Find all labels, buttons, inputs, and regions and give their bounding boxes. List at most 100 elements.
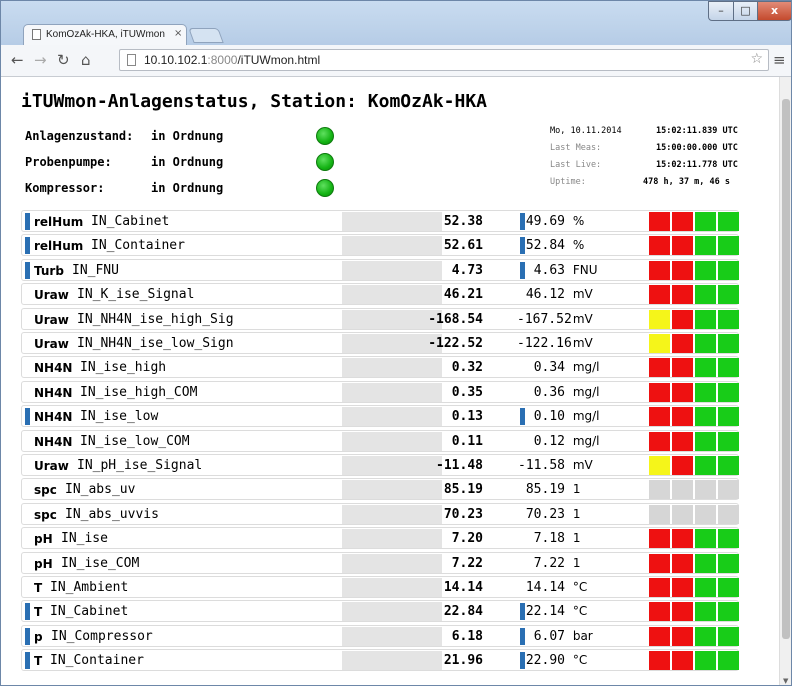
threshold-lamps: [649, 578, 739, 597]
row-live-value: 6.07 bar: [517, 629, 607, 644]
browser-tab[interactable]: KomOzAk-HKA, iTUWmon ×: [23, 24, 187, 45]
new-tab-button[interactable]: [188, 28, 224, 43]
row-channel: IN_Container: [50, 653, 144, 669]
lamp-gray: [649, 480, 670, 500]
close-window-button[interactable]: x: [757, 1, 791, 21]
row-value: 0.11: [451, 433, 483, 449]
star-icon[interactable]: ☆: [750, 51, 763, 67]
lamp-green: [718, 529, 739, 549]
threshold-lamps: [649, 480, 739, 500]
scroll-down-arrow-icon[interactable]: ▼: [783, 677, 788, 685]
row-name: spc: [34, 507, 57, 522]
live-number: 70.23: [525, 506, 565, 522]
page-title: iTUWmon-Anlagenstatus, Station: KomOzAk-…: [21, 91, 487, 112]
row-channel: IN_abs_uv: [65, 482, 136, 498]
scrollbar-thumb[interactable]: [782, 99, 790, 639]
table-row: relHum 52.38 49.69 % IN_Cabinet: [21, 210, 739, 232]
live-unit: mg/l: [572, 384, 600, 399]
row-name: NH4N: [34, 361, 73, 376]
lamp-green: [695, 260, 716, 280]
row-channel: IN_ise_low: [80, 409, 159, 425]
maximize-button[interactable]: □: [733, 1, 758, 21]
row-name: spc: [34, 483, 57, 498]
threshold-lamps: [649, 651, 739, 671]
row-value: 0.35: [451, 384, 483, 400]
table-row: pH 7.22 7.22 1 IN_ise_COM: [21, 551, 739, 574]
lamp-gray: [649, 504, 670, 524]
lamp-green: [695, 334, 716, 353]
row-value: -168.54: [428, 311, 483, 327]
live-number: 52.84: [525, 238, 565, 254]
lamp-gray: [718, 504, 739, 524]
row-name: T: [34, 654, 43, 669]
row-name: relHum: [34, 239, 84, 254]
lamp-green: [695, 553, 716, 573]
live-number: 0.36: [533, 384, 565, 400]
status-indicator-bar: [25, 627, 30, 645]
lamp-green: [718, 553, 739, 573]
row-name: Uraw: [34, 288, 69, 303]
lamp-red: [649, 651, 670, 671]
live-unit: °C: [572, 604, 588, 619]
lamp-green: [695, 651, 716, 671]
row-value: 52.61: [443, 238, 483, 254]
lamp-green: [695, 529, 716, 549]
live-unit: FNU: [572, 262, 598, 277]
lamp-red: [672, 236, 693, 256]
tab-strip: KomOzAk-HKA, iTUWmon × – □ x: [1, 1, 791, 45]
lamp-green: [718, 212, 739, 231]
forward-arrow-icon[interactable]: →: [34, 51, 47, 69]
reload-icon[interactable]: ↻: [57, 51, 70, 69]
row-live-value: 4.63 FNU: [517, 263, 607, 278]
row-name: Uraw: [34, 337, 69, 351]
minimize-button[interactable]: –: [708, 1, 734, 21]
lamp-red: [672, 651, 693, 671]
row-live-value: -167.52 mV: [517, 312, 607, 327]
threshold-lamps: [649, 358, 739, 378]
row-value: 7.20: [451, 531, 483, 547]
live-unit: mg/l: [572, 433, 600, 448]
page-icon: [32, 29, 41, 40]
info-date: Mo, 10.11.2014: [550, 126, 622, 136]
threshold-lamps: [649, 236, 739, 256]
live-unit: 1: [572, 506, 581, 521]
lamp-red: [649, 578, 670, 597]
status-value: in Ordnung: [151, 181, 224, 195]
row-live-value: 46.12 mV: [517, 287, 607, 302]
row-channel: IN_abs_uvvis: [65, 506, 159, 522]
table-row: p 6.18 6.07 bar IN_Compressor: [21, 624, 739, 647]
back-arrow-icon[interactable]: ←: [11, 51, 24, 69]
info-last-meas: 15:00:00.000 UTC: [656, 143, 738, 153]
threshold-lamps: [649, 504, 739, 524]
row-live-value: 7.22 1: [517, 556, 607, 571]
home-icon[interactable]: ⌂: [81, 51, 91, 69]
address-bar[interactable]: 10.10.102.1:8000/iTUWmon.html ☆: [119, 49, 769, 71]
threshold-lamps: [649, 529, 739, 549]
status-indicator-bar: [25, 652, 30, 670]
status-label: Kompressor:: [25, 181, 105, 195]
lamp-green: [695, 309, 716, 329]
menu-icon[interactable]: ≡: [773, 51, 786, 69]
status-label: Anlagenzustand:: [25, 129, 134, 143]
row-name: Turb: [34, 263, 64, 278]
row-value: 46.21: [443, 287, 483, 303]
lamp-red: [672, 309, 693, 329]
threshold-lamps: [649, 285, 739, 305]
row-live-value: 49.69 %: [517, 214, 607, 229]
close-icon[interactable]: ×: [174, 28, 182, 39]
live-number: 85.19: [525, 482, 565, 498]
status-value: in Ordnung: [151, 129, 224, 143]
row-name: pH: [34, 556, 53, 571]
vertical-scrollbar[interactable]: ▼: [779, 77, 791, 685]
row-channel: IN_Cabinet: [50, 604, 129, 620]
lamp-green: [695, 456, 716, 475]
lamp-green: [718, 578, 739, 597]
live-number: 49.69: [525, 214, 565, 229]
threshold-lamps: [649, 553, 739, 573]
row-value: 0.32: [451, 360, 483, 376]
live-number: 0.34: [533, 360, 565, 376]
table-row: Uraw -122.52 -122.16 mV IN_NH4N_ise_low_Sig…: [21, 332, 739, 354]
threshold-lamps: [649, 382, 739, 402]
row-live-value: 0.36 mg/l: [517, 385, 607, 400]
row-value: 0.13: [451, 409, 483, 425]
